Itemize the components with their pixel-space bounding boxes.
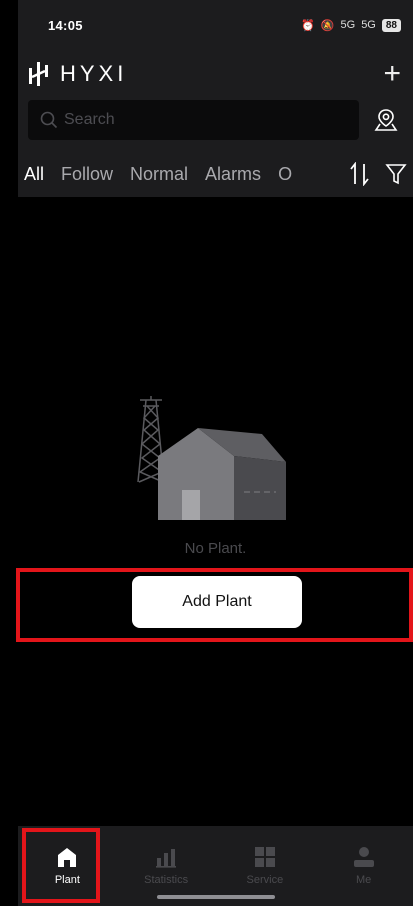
brand-mark-icon	[29, 62, 48, 86]
app-screen: 14:05 ⏰ 🔕 5G 5G 88 HYXI + Search All Fol…	[18, 0, 413, 906]
nav-statistics-label: Statistics	[144, 874, 189, 886]
search-placeholder: Search	[64, 111, 115, 128]
grid-icon	[254, 847, 275, 867]
search-icon	[40, 111, 58, 129]
bottom-nav: Plant Statistics Service Me	[18, 826, 413, 906]
nav-me[interactable]: Me	[314, 826, 413, 906]
nav-service-label: Service	[246, 874, 284, 886]
brand-name: HYXI	[60, 61, 128, 86]
tab-actions	[349, 162, 407, 186]
plant-house-icon	[136, 396, 286, 520]
bar-chart-icon	[156, 849, 177, 868]
top-bar: 14:05 ⏰ 🔕 5G 5G 88 HYXI + Search All Fol…	[18, 0, 413, 197]
empty-message: No Plant.	[184, 540, 247, 557]
tab-normal[interactable]: Normal	[130, 164, 188, 185]
mute-icon: 🔕	[320, 19, 335, 32]
status-icons: ⏰ 🔕 5G 5G 88	[301, 18, 401, 32]
tab-follow[interactable]: Follow	[61, 164, 113, 185]
home-indicator	[157, 895, 275, 899]
nav-me-label: Me	[355, 874, 372, 886]
battery-level: 88	[381, 18, 401, 32]
alarm-icon: ⏰	[301, 19, 315, 32]
app-header: HYXI +	[28, 58, 403, 90]
sort-icon[interactable]	[349, 162, 371, 186]
search-row: Search	[28, 100, 403, 140]
nav-service[interactable]: Service	[216, 826, 315, 906]
signal-2: 5G	[361, 19, 376, 31]
nav-statistics[interactable]: Statistics	[117, 826, 216, 906]
status-time: 14:05	[48, 17, 83, 33]
nav-plant[interactable]: Plant	[18, 826, 117, 906]
filter-icon[interactable]	[385, 162, 407, 186]
empty-state	[18, 396, 413, 524]
search-input[interactable]: Search	[28, 100, 359, 140]
filter-tabs: All Follow Normal Alarms Of	[24, 158, 407, 190]
map-pin-icon[interactable]	[369, 103, 403, 137]
tab-alarms[interactable]: Alarms	[205, 164, 261, 185]
tab-offline[interactable]: Of	[278, 164, 292, 185]
person-icon	[353, 847, 374, 867]
brand-logo: HYXI	[28, 60, 127, 88]
home-icon	[58, 848, 77, 867]
add-plant-button[interactable]: Add Plant	[132, 576, 302, 628]
tab-all[interactable]: All	[24, 164, 44, 185]
plus-icon[interactable]: +	[383, 59, 401, 89]
nav-plant-label: Plant	[54, 874, 80, 886]
signal-1: 5G	[340, 19, 356, 31]
status-bar: 14:05 ⏰ 🔕 5G 5G 88	[18, 0, 413, 50]
